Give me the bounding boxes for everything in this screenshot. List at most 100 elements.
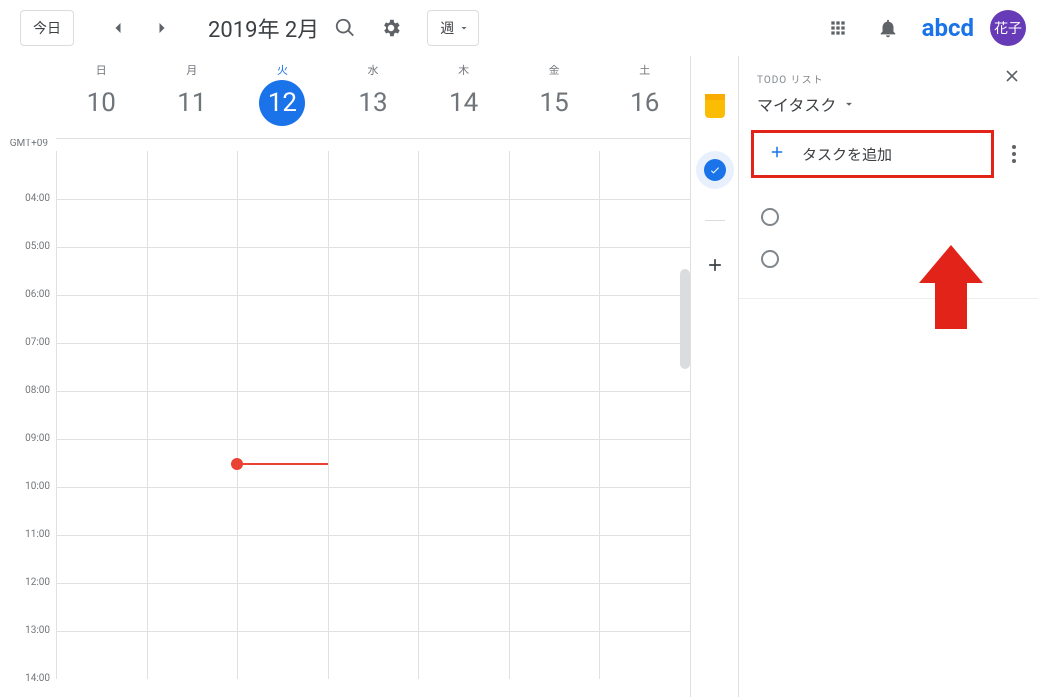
hour-cell[interactable]	[509, 488, 600, 535]
day-header[interactable]: 土 16	[599, 56, 690, 138]
hour-cell[interactable]	[328, 200, 419, 247]
hour-cell[interactable]	[599, 440, 690, 487]
task-list-selector[interactable]: マイタスク	[757, 92, 1022, 116]
hour-cell[interactable]	[147, 392, 238, 439]
hour-row[interactable]	[56, 151, 690, 199]
hour-cell[interactable]	[56, 296, 147, 343]
hour-cell[interactable]	[237, 632, 328, 679]
hour-cell[interactable]	[237, 392, 328, 439]
hour-cell[interactable]	[56, 632, 147, 679]
hour-cell[interactable]	[147, 632, 238, 679]
hour-cell[interactable]	[328, 392, 419, 439]
hour-cell[interactable]	[56, 344, 147, 391]
hour-cell[interactable]	[237, 488, 328, 535]
hour-cell[interactable]	[56, 488, 147, 535]
task-checkbox[interactable]	[761, 208, 779, 226]
hour-cell[interactable]	[56, 248, 147, 295]
hour-cell[interactable]	[418, 536, 509, 583]
hour-cell[interactable]	[147, 440, 238, 487]
hour-cell[interactable]	[237, 344, 328, 391]
tasks-button[interactable]	[695, 150, 735, 190]
hour-cell[interactable]	[418, 248, 509, 295]
hour-cell[interactable]	[509, 440, 600, 487]
hour-cell[interactable]	[599, 632, 690, 679]
hour-cell[interactable]	[509, 536, 600, 583]
hour-cell[interactable]	[328, 296, 419, 343]
next-week-button[interactable]	[142, 8, 182, 48]
account-avatar[interactable]: 花子	[990, 10, 1026, 46]
hour-cell[interactable]	[237, 440, 328, 487]
hour-cell[interactable]	[418, 200, 509, 247]
hour-cell[interactable]	[328, 248, 419, 295]
hour-cell[interactable]	[328, 151, 419, 199]
hour-cell[interactable]	[599, 536, 690, 583]
hour-cell[interactable]	[328, 344, 419, 391]
apps-button[interactable]	[818, 8, 858, 48]
hour-cell[interactable]	[599, 296, 690, 343]
today-button[interactable]: 今日	[20, 10, 74, 46]
hour-cell[interactable]	[56, 440, 147, 487]
time-grid[interactable]: GMT+09 04:0005:0006:0007:0008:0009:0010:…	[0, 139, 690, 697]
hour-cell[interactable]	[328, 632, 419, 679]
hour-cell[interactable]	[599, 488, 690, 535]
notifications-button[interactable]	[868, 8, 908, 48]
hour-row[interactable]	[56, 631, 690, 679]
hour-cell[interactable]	[56, 200, 147, 247]
hour-cell[interactable]	[418, 440, 509, 487]
task-checkbox[interactable]	[761, 250, 779, 268]
hour-cell[interactable]	[56, 392, 147, 439]
hour-cell[interactable]	[147, 248, 238, 295]
settings-button[interactable]	[371, 8, 411, 48]
hour-cell[interactable]	[56, 536, 147, 583]
hour-cell[interactable]	[147, 584, 238, 631]
hour-cell[interactable]	[147, 200, 238, 247]
hour-cell[interactable]	[328, 440, 419, 487]
hour-cell[interactable]	[509, 632, 600, 679]
hour-cell[interactable]	[418, 296, 509, 343]
hour-cell[interactable]	[509, 151, 600, 199]
addons-button[interactable]	[695, 245, 735, 285]
hour-cell[interactable]	[599, 248, 690, 295]
task-item[interactable]	[755, 196, 1022, 238]
hour-cell[interactable]	[418, 632, 509, 679]
search-button[interactable]	[325, 8, 365, 48]
task-menu-button[interactable]	[1002, 142, 1026, 166]
hour-cell[interactable]	[328, 584, 419, 631]
hour-cell[interactable]	[237, 584, 328, 631]
hour-cell[interactable]	[147, 344, 238, 391]
hour-cell[interactable]	[147, 151, 238, 199]
day-header[interactable]: 日 10	[56, 56, 147, 138]
hour-cell[interactable]	[56, 151, 147, 199]
hour-row[interactable]	[56, 199, 690, 247]
hour-cell[interactable]	[418, 392, 509, 439]
hour-cell[interactable]	[147, 488, 238, 535]
hour-cell[interactable]	[599, 200, 690, 247]
hour-cell[interactable]	[599, 151, 690, 199]
hour-cell[interactable]	[509, 584, 600, 631]
hour-cell[interactable]	[237, 200, 328, 247]
hour-cell[interactable]	[509, 248, 600, 295]
day-header[interactable]: 木 14	[418, 56, 509, 138]
hour-row[interactable]	[56, 535, 690, 583]
hour-row[interactable]	[56, 583, 690, 631]
hour-row[interactable]	[56, 247, 690, 295]
day-header[interactable]: 水 13	[328, 56, 419, 138]
hour-cell[interactable]	[418, 584, 509, 631]
hour-row[interactable]	[56, 391, 690, 439]
hour-cell[interactable]	[237, 151, 328, 199]
hour-cell[interactable]	[328, 536, 419, 583]
hour-cell[interactable]	[509, 296, 600, 343]
scrollbar-thumb[interactable]	[680, 269, 690, 369]
hour-cell[interactable]	[599, 344, 690, 391]
hour-row[interactable]	[56, 343, 690, 391]
hour-cell[interactable]	[56, 584, 147, 631]
hour-cell[interactable]	[237, 296, 328, 343]
hour-cell[interactable]	[237, 536, 328, 583]
hour-cell[interactable]	[599, 392, 690, 439]
prev-week-button[interactable]	[98, 8, 138, 48]
hour-cell[interactable]	[418, 151, 509, 199]
hour-cell[interactable]	[147, 296, 238, 343]
day-header-today[interactable]: 火 12	[237, 56, 328, 138]
hour-row[interactable]	[56, 295, 690, 343]
hour-cell[interactable]	[509, 200, 600, 247]
